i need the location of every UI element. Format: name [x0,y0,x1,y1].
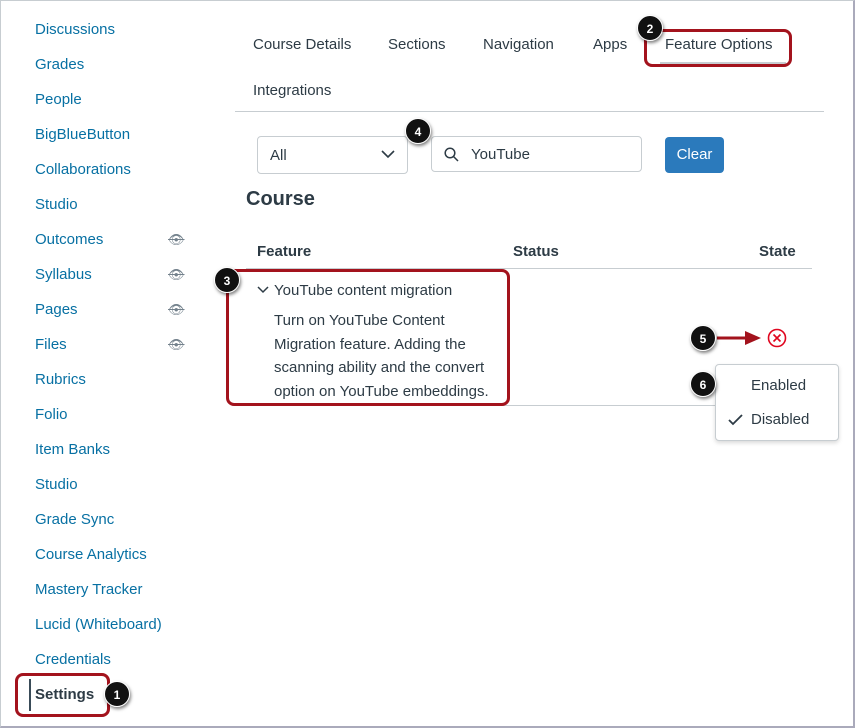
filter-value: All [270,147,287,164]
sidebar-item-collaborations[interactable]: Collaborations [35,160,185,195]
sidebar-item-grades[interactable]: Grades [35,55,185,90]
sidebar-item-outcomes[interactable]: Outcomes 👁 [35,230,185,265]
callout-badge-6: 6 [690,371,716,397]
sidebar-item-label: Folio [35,406,68,423]
column-feature: Feature [257,243,311,260]
sidebar-item-bigbluebutton[interactable]: BigBlueButton [35,125,185,160]
sidebar-item-label: Credentials [35,651,111,668]
sidebar-item-label: Rubrics [35,371,86,388]
callout-badge-1: 1 [104,681,130,707]
sidebar-item-label: Mastery Tracker [35,581,143,598]
sidebar-item-label: Course Analytics [35,546,147,563]
state-menu: Enabled Disabled [715,364,839,441]
callout-badge-2: 2 [637,15,663,41]
tab-course-details[interactable]: Course Details [253,36,351,53]
tab-sections[interactable]: Sections [388,36,446,53]
highlight-settings [15,673,110,717]
column-status: Status [513,243,559,260]
sidebar-item-folio[interactable]: Folio [35,405,185,440]
sidebar-item-studio[interactable]: Studio [35,475,185,510]
sidebar-item-discussions[interactable]: Discussions [35,20,185,55]
arrow-icon [717,330,763,346]
sidebar-item-label: BigBlueButton [35,126,130,143]
tabs-divider [235,111,824,112]
eye-off-icon: 👁 [168,300,185,320]
section-title: Course [246,188,315,211]
course-nav: Discussions Grades People BigBlueButton Coll… [35,20,185,720]
sidebar-item-label: Pages [35,301,78,318]
tab-apps[interactable]: Apps [593,36,627,53]
sidebar-item-label: Studio [35,476,78,493]
callout-badge-4: 4 [405,118,431,144]
callout-badge-5: 5 [690,325,716,351]
highlight-feature [226,269,510,406]
sidebar-item-mastery-tracker[interactable]: Mastery Tracker [35,580,185,615]
tab-integrations[interactable]: Integrations [253,82,331,99]
column-state: State [759,243,796,260]
sidebar-item-label: Files [35,336,67,353]
search-input[interactable]: YouTube [431,136,642,172]
chevron-down-icon [381,150,395,159]
sidebar-item-label: Lucid (Whiteboard) [35,616,162,633]
sidebar-item-label: Item Banks [35,441,110,458]
eye-off-icon: 👁 [168,265,185,285]
sidebar-item-people[interactable]: People [35,90,185,125]
sidebar-item-label: Grades [35,56,84,73]
search-value: YouTube [471,146,530,163]
menu-item-enabled[interactable]: Enabled [751,377,806,394]
sidebar-item-label: Studio [35,196,78,213]
callout-badge-3: 3 [214,267,240,293]
check-icon [728,414,743,426]
eye-off-icon: 👁 [168,335,185,355]
search-icon [444,147,459,162]
sidebar-item-label: Outcomes [35,231,103,248]
sidebar-item-label: Discussions [35,21,115,38]
menu-item-disabled[interactable]: Disabled [751,411,809,428]
disabled-x-icon[interactable] [766,327,788,349]
sidebar-item-course-analytics[interactable]: Course Analytics [35,545,185,580]
sidebar-item-label: Syllabus [35,266,92,283]
sidebar-item-syllabus[interactable]: Syllabus 👁 [35,265,185,300]
sidebar-item-lucid-whiteboard[interactable]: Lucid (Whiteboard) [35,615,185,650]
sidebar-item-files[interactable]: Files 👁 [35,335,185,370]
tab-navigation[interactable]: Navigation [483,36,554,53]
eye-off-icon: 👁 [168,230,185,250]
sidebar-item-studio[interactable]: Studio [35,195,185,230]
sidebar-item-item-banks[interactable]: Item Banks [35,440,185,475]
sidebar-item-rubrics[interactable]: Rubrics [35,370,185,405]
sidebar-item-pages[interactable]: Pages 👁 [35,300,185,335]
sidebar-item-label: People [35,91,82,108]
filter-select[interactable]: All [257,136,408,174]
sidebar-item-label: Collaborations [35,161,131,178]
sidebar-item-label: Grade Sync [35,511,114,528]
clear-button[interactable]: Clear [665,137,724,173]
sidebar-item-grade-sync[interactable]: Grade Sync [35,510,185,545]
highlight-feature-options [644,29,792,67]
